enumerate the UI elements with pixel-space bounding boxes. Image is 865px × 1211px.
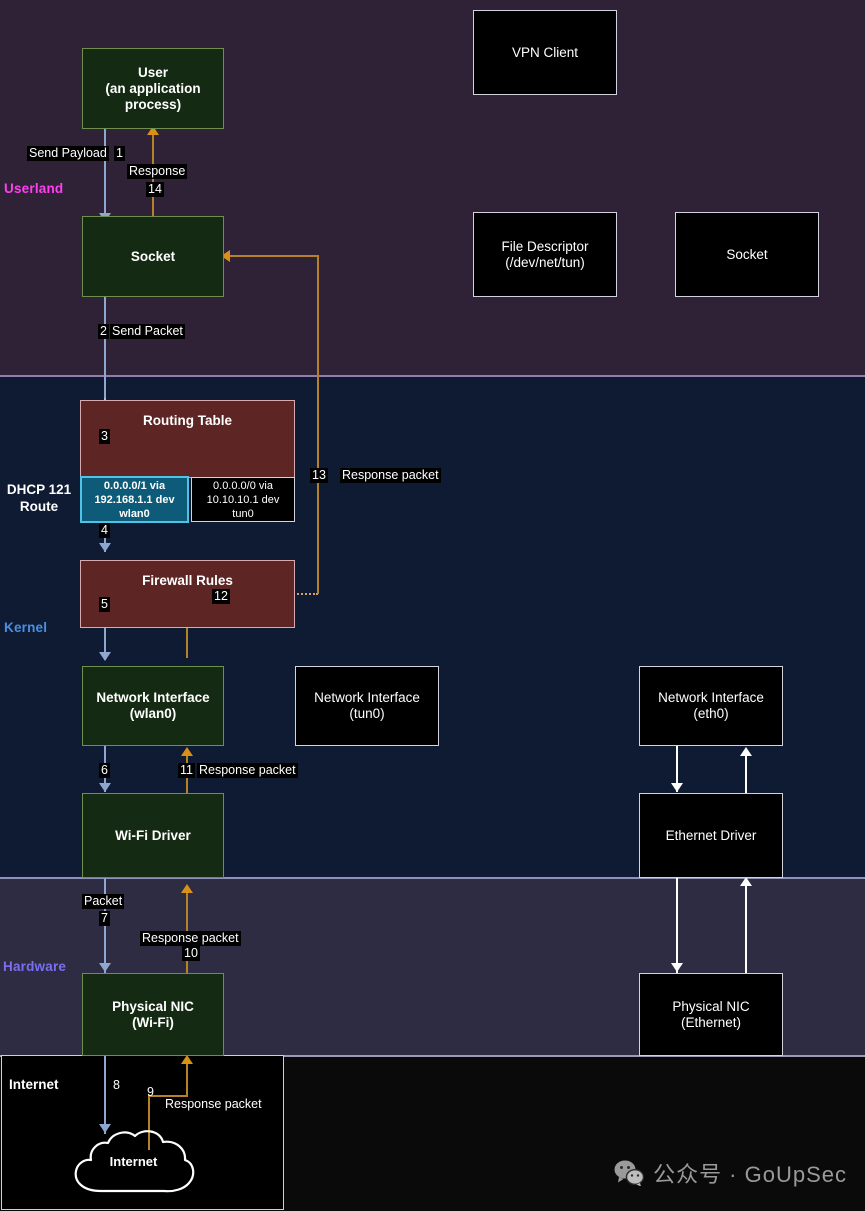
node-netif-wlan0-line2: (wlan0) [129, 706, 177, 721]
node-vpn-client-label: VPN Client [511, 44, 579, 60]
edge-label-send-packet: Send Packet [110, 324, 185, 339]
node-vpn-client[interactable]: VPN Client [473, 10, 617, 95]
route-entry-tun0[interactable]: 0.0.0.0/0 via 10.10.10.1 dev tun0 [191, 477, 295, 522]
edge-label-11: 11 [178, 763, 195, 778]
node-netif-eth0-line1: Network Interface [658, 690, 764, 705]
edge-label-6: 6 [99, 763, 110, 778]
edge-label-7: 7 [99, 911, 110, 926]
node-user-line1: User [137, 64, 169, 80]
edge-label-4: 4 [99, 523, 110, 538]
node-wifi-driver[interactable]: Wi-Fi Driver [82, 793, 224, 878]
node-firewall-rules-label: Firewall Rules [142, 573, 233, 588]
edge-label-response: Response [127, 164, 188, 179]
edge-line-8 [104, 1055, 106, 1134]
edge-arrowhead-eth-driver-to-if [740, 747, 752, 756]
node-netif-eth0[interactable]: Network Interface (eth0) [639, 666, 783, 746]
edge-label-14: 14 [146, 182, 164, 197]
node-file-descriptor-line1: File Descriptor [501, 238, 589, 254]
node-netif-tun0-line1: Network Interface [314, 690, 420, 705]
node-netif-tun0-line2: (tun0) [349, 706, 385, 721]
route-entry-wlan0-line2: 192.168.1.1 dev [94, 493, 175, 506]
node-nic-wifi-line2: (Wi-Fi) [132, 1014, 174, 1030]
edge-label-3: 3 [99, 429, 110, 444]
node-nic-ethernet[interactable]: Physical NIC (Ethernet) [639, 973, 783, 1056]
route-entry-tun0-line1: 0.0.0.0/0 via [213, 479, 273, 492]
edge-line-13-horiz [230, 255, 319, 257]
edge-arrowhead-11 [181, 747, 193, 756]
edge-label-response-packet-9: Response packet [165, 1097, 262, 1111]
edge-line-eth-driver-to-nic [676, 877, 678, 973]
edge-arrowhead-5 [99, 652, 111, 661]
wechat-icon [614, 1160, 645, 1186]
node-netif-wlan0-line1: Network Interface [96, 690, 210, 705]
zone-label-internet: Internet [9, 1077, 59, 1092]
zone-label-userland: Userland [4, 181, 64, 196]
edge-line-2 [104, 297, 106, 398]
edge-label-response-packet-13: Response packet [340, 468, 441, 483]
edge-label-12: 12 [212, 589, 230, 604]
edge-arrowhead-eth-if-to-driver [671, 783, 683, 792]
node-internet-cloud-label: Internet [109, 1154, 158, 1169]
edge-arrowhead-eth-driver-to-nic [671, 963, 683, 972]
edge-label-9: 9 [147, 1085, 154, 1099]
node-nic-wifi[interactable]: Physical NIC (Wi-Fi) [82, 973, 224, 1056]
node-netif-wlan0[interactable]: Network Interface (wlan0) [82, 666, 224, 746]
edge-label-1: 1 [114, 146, 125, 161]
node-user-line2: (an application [105, 80, 201, 96]
edge-arrowhead-7 [99, 963, 111, 972]
dhcp-route-annotation: DHCP 121 Route [0, 481, 78, 515]
node-socket-vpn[interactable]: Socket [675, 212, 819, 297]
zone-label-kernel: Kernel [4, 620, 48, 635]
watermark-text: 公众号 · GoUpSec [653, 1162, 847, 1187]
node-ethernet-driver-label: Ethernet Driver [665, 827, 757, 843]
edge-label-response-packet-10: Response packet [140, 931, 241, 946]
edge-label-response-packet-11: Response packet [197, 763, 298, 778]
zone-label-hardware: Hardware [3, 959, 67, 974]
node-netif-eth0-line2: (eth0) [693, 706, 729, 721]
node-ethernet-driver[interactable]: Ethernet Driver [639, 793, 783, 878]
edge-label-13: 13 [310, 468, 328, 483]
edge-line-eth-driver-to-if [745, 755, 747, 793]
route-entry-wlan0-line3: wlan0 [119, 507, 150, 520]
route-entry-wlan0[interactable]: 0.0.0.0/1 via 192.168.1.1 dev wlan0 [80, 476, 189, 523]
edge-label-10: 10 [182, 946, 200, 961]
node-firewall-rules[interactable]: Firewall Rules [80, 560, 295, 628]
edge-label-packet: Packet [82, 894, 125, 909]
node-socket-userland[interactable]: Socket [82, 216, 224, 297]
edge-arrowhead-9 [181, 1055, 193, 1064]
route-entry-tun0-line2: 10.10.10.1 dev [206, 493, 280, 506]
edge-label-5: 5 [99, 597, 110, 612]
watermark: 公众号 · GoUpSec [614, 1157, 847, 1189]
edge-line-9-riser [186, 1063, 188, 1096]
node-netif-tun0[interactable]: Network Interface (tun0) [295, 666, 439, 746]
node-nic-ethernet-line2: (Ethernet) [680, 1014, 742, 1030]
node-routing-table[interactable]: Routing Table [80, 400, 295, 478]
node-socket-userland-label: Socket [130, 248, 176, 264]
node-wifi-driver-label: Wi-Fi Driver [115, 827, 191, 843]
edge-arrowhead-6 [99, 783, 111, 792]
node-internet-cloud[interactable]: Internet [68, 1125, 199, 1198]
edge-line-eth-nic-to-driver [745, 885, 747, 973]
edge-label-8: 8 [113, 1078, 120, 1092]
route-entry-wlan0-line1: 0.0.0.0/1 via [103, 479, 166, 492]
diagram-canvas: Userland Kernel Hardware Internet DHCP 1… [0, 0, 865, 1211]
edge-label-2: 2 [98, 324, 109, 339]
node-routing-table-label: Routing Table [143, 413, 232, 428]
edge-arrowhead-10 [181, 884, 193, 893]
node-socket-vpn-label: Socket [726, 246, 768, 262]
edge-label-send-payload: Send Payload [27, 146, 109, 161]
dhcp-route-line1: DHCP 121 [6, 482, 72, 497]
edge-arrowhead-eth-nic-to-driver [740, 877, 752, 886]
dhcp-route-line2: Route [19, 499, 59, 514]
node-user-line3: process) [124, 96, 182, 112]
edge-arrowhead-4 [99, 543, 111, 552]
edge-line-1 [104, 129, 106, 225]
node-nic-ethernet-line1: Physical NIC [672, 998, 750, 1014]
edge-line-13-vert [317, 255, 319, 594]
node-nic-wifi-line1: Physical NIC [112, 998, 194, 1014]
node-file-descriptor[interactable]: File Descriptor (/dev/net/tun) [473, 212, 617, 297]
route-entry-tun0-line3: tun0 [232, 507, 254, 520]
node-file-descriptor-line2: (/dev/net/tun) [505, 254, 585, 270]
node-user[interactable]: User (an application process) [82, 48, 224, 129]
